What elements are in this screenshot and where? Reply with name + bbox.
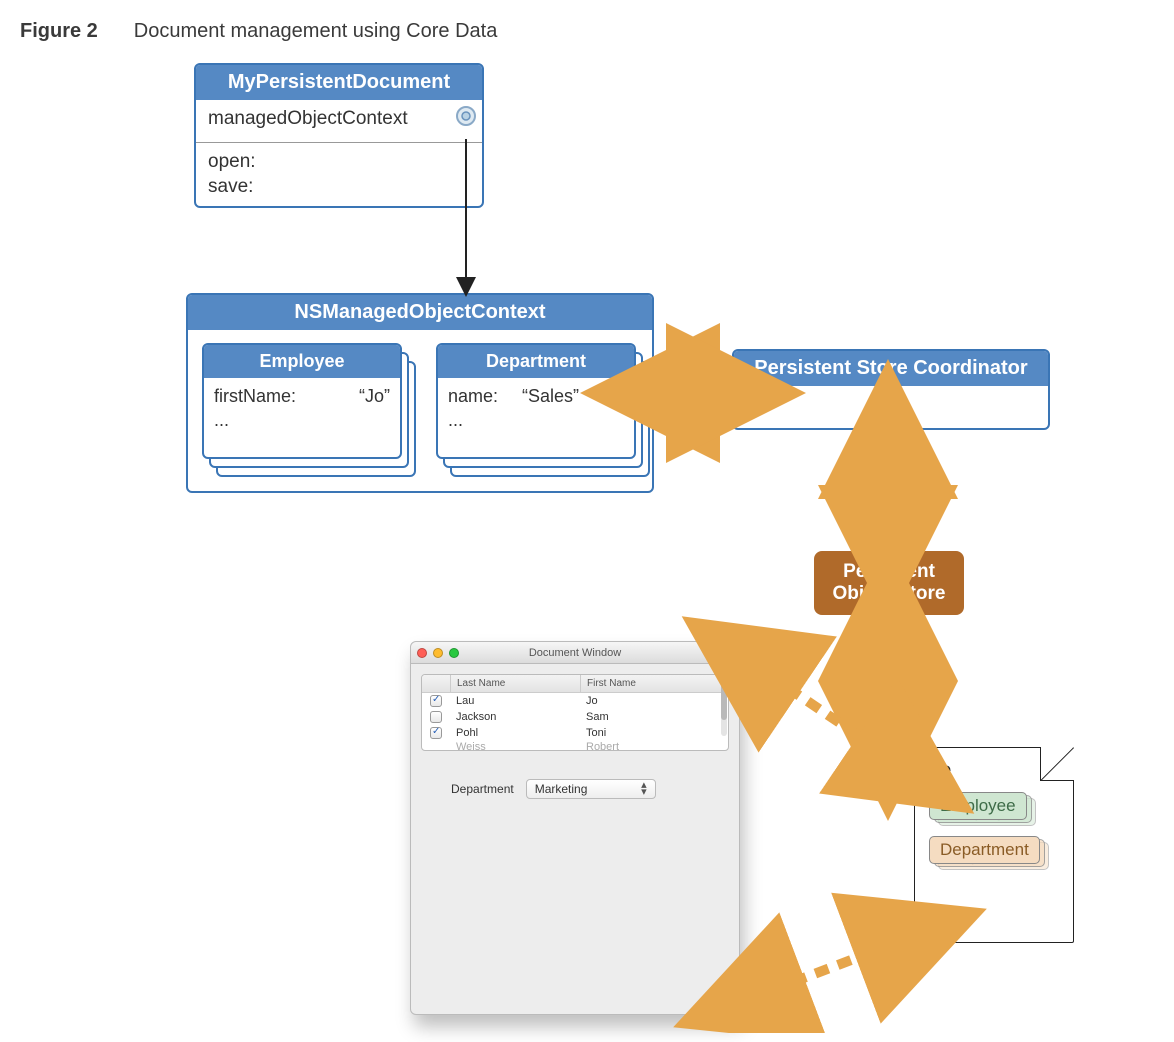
persistent-document-method-save: save:	[208, 174, 470, 200]
document-window: Document Window Last Name First Name Lau…	[410, 641, 740, 1015]
employee-attr-key: firstName:	[214, 384, 296, 408]
department-entity-title: Department	[438, 345, 634, 378]
arrow-window-file-top	[748, 661, 908, 769]
stepper-caret-icon: ▴▾	[641, 782, 647, 795]
file-employee-pill: Employee	[929, 792, 1027, 820]
employee-table: Last Name First Name LauJoJacksonSamPohl…	[421, 674, 729, 751]
employee-more: ...	[214, 408, 390, 432]
employee-entity-stack: Employee firstName: “Jo” ...	[202, 343, 414, 483]
cell-last-name: Pohl	[450, 727, 580, 739]
employee-attr-value: “Jo”	[359, 384, 390, 408]
department-attr-value: “Sales”	[522, 384, 579, 408]
row-checkbox[interactable]	[430, 711, 442, 723]
department-picker-label: Department	[451, 782, 514, 796]
window-title: Document Window	[411, 647, 739, 659]
col-check	[422, 675, 450, 692]
department-entity-stack: Department name: “Sales” ...	[436, 343, 648, 483]
table-row-cutoff: Weiss Robert	[422, 741, 728, 750]
file-department-pill: Department	[929, 836, 1040, 864]
managed-object-context-title: NSManagedObjectContext	[188, 295, 652, 330]
persistent-document-title: MyPersistentDocument	[196, 65, 482, 100]
cell-last-name: Lau	[450, 695, 580, 707]
row-checkbox[interactable]	[430, 727, 442, 739]
window-titlebar: Document Window	[411, 642, 739, 664]
cell-first-name: Sam	[580, 711, 728, 723]
file-icon: file Employee Employee Employee Departme…	[914, 747, 1074, 943]
table-header: Last Name First Name	[422, 675, 728, 693]
figure-heading: Figure 2 Document management using Core …	[20, 20, 1154, 43]
traffic-lights	[417, 648, 459, 658]
persistent-store-coordinator-body: ...	[734, 386, 1048, 428]
table-row[interactable]: PohlToni	[422, 725, 728, 741]
employee-entity-title: Employee	[204, 345, 400, 378]
managed-object-context-box: NSManagedObjectContext Employee firstNam…	[186, 293, 654, 493]
table-row[interactable]: JacksonSam	[422, 709, 728, 725]
persistent-store-coordinator-box: Persistent Store Coordinator ...	[732, 349, 1050, 430]
figure-label: Figure 2	[20, 20, 98, 43]
cell-first-name: Toni	[580, 727, 728, 739]
cell-last-name: Jackson	[450, 711, 580, 723]
close-icon[interactable]	[417, 648, 427, 658]
persistent-document-method-open: open:	[208, 149, 470, 175]
department-picker-value: Marketing	[535, 782, 588, 796]
minimize-icon[interactable]	[433, 648, 443, 658]
persistent-document-box: MyPersistentDocument managedObjectContex…	[194, 63, 484, 208]
vertical-scrollbar[interactable]	[721, 676, 727, 736]
persistent-store-coordinator-title: Persistent Store Coordinator	[734, 351, 1048, 386]
figure-title: Document management using Core Data	[134, 20, 498, 43]
row-checkbox[interactable]	[430, 695, 442, 707]
col-first-name[interactable]: First Name	[580, 675, 728, 692]
zoom-icon[interactable]	[449, 648, 459, 658]
persistent-object-store-line2: Object Store	[830, 583, 948, 605]
department-more: ...	[448, 408, 624, 432]
diagram-canvas: MyPersistentDocument managedObjectContex…	[20, 53, 1150, 1033]
table-row[interactable]: LauJo	[422, 693, 728, 709]
page-fold-icon	[1040, 747, 1074, 781]
persistent-document-attr: managedObjectContext	[208, 106, 470, 132]
department-attr-key: name:	[448, 384, 498, 408]
binding-dot-icon	[454, 104, 478, 128]
file-department-stack: Department Department Department	[929, 836, 1069, 870]
department-picker[interactable]: Marketing ▴▾	[526, 779, 656, 799]
cell-first-name: Jo	[580, 695, 728, 707]
persistent-object-store-box: Persistent Object Store	[814, 551, 964, 615]
file-employee-stack: Employee Employee Employee	[929, 792, 1049, 826]
persistent-object-store-line1: Persistent	[830, 561, 948, 583]
arrow-window-file-bottom	[748, 937, 912, 999]
col-last-name[interactable]: Last Name	[450, 675, 580, 692]
